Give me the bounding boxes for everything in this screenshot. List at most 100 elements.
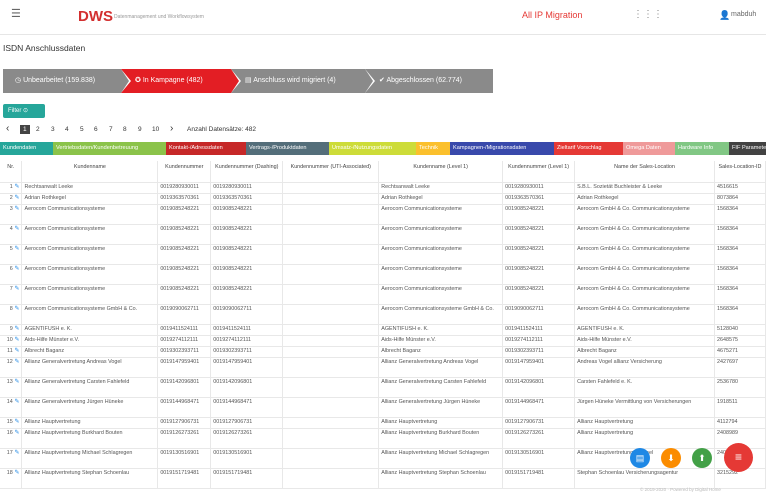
grid-list-icon[interactable]: ▤ <box>630 448 650 468</box>
table-cell: Albrecht Baganz <box>378 346 504 358</box>
row-number-cell: 13 ✎ <box>0 377 23 398</box>
table-cell: 0019302393711 <box>157 346 212 358</box>
page-7[interactable]: 7 <box>109 126 113 133</box>
tab-zieltarif[interactable]: Zieltarif Vorschlag <box>554 142 623 155</box>
table-cell <box>282 448 380 469</box>
table-cell: 0019085248221 <box>157 264 212 285</box>
edit-icon[interactable]: ✎ <box>13 348 19 354</box>
tab-kampagnen[interactable]: Kampagnen-/Migrationsdaten <box>450 142 554 155</box>
table-cell: 0019085248221 <box>157 204 212 225</box>
column-header[interactable]: Kundennummer (UTI-Associated) <box>282 161 380 183</box>
table-row[interactable]: 6 ✎ Aerocom Communicationsysteme 001908524… <box>0 264 766 285</box>
table-row[interactable]: 3 ✎ Aerocom Communicationsysteme 001908524… <box>0 204 766 225</box>
table-row[interactable]: 13 ✎ Allianz Generalvertretung Carsten Fa… <box>0 377 766 398</box>
table-row[interactable]: 15 ✎ Allianz Hauptvertretung 0019127906731… <box>0 417 766 429</box>
column-header[interactable]: Name der Sales-Location <box>574 161 715 183</box>
table-row[interactable]: 1 ✎ Rechtsanwalt Leeke 0019280930011 001928… <box>0 182 766 194</box>
table-row[interactable]: 11 ✎ Albrecht Baganz 0019302393711 00193023… <box>0 346 766 358</box>
column-header[interactable]: Nr. <box>0 161 23 183</box>
tab-technik[interactable]: Technik <box>416 142 450 155</box>
table-row[interactable]: 8 ✎ Aerocom Communicationsysteme GmbH & C… <box>0 304 766 325</box>
logo-subtitle: Datenmanagement und Workflowsystem <box>114 14 204 20</box>
edit-icon[interactable]: ✎ <box>13 337 19 343</box>
table-cell <box>282 284 380 305</box>
edit-icon[interactable]: ✎ <box>13 419 19 425</box>
table-cell: Allianz Generalvertretung Andreas Vogel <box>21 357 159 378</box>
next-page-icon[interactable]: › <box>170 123 173 134</box>
table-cell: 0019085248221 <box>502 264 576 285</box>
page-1[interactable]: 1 <box>20 125 30 134</box>
table-cell: 0019144968471 <box>502 397 576 418</box>
edit-icon[interactable]: ✎ <box>13 306 19 312</box>
tab-umsatz[interactable]: Umsatz-/Nutzungsdaten <box>329 142 416 155</box>
edit-icon[interactable]: ✎ <box>13 470 19 476</box>
filter-button[interactable]: Filter ⊙ <box>3 104 45 118</box>
page-5[interactable]: 5 <box>80 126 84 133</box>
table-row[interactable]: 18 ✎ Allianz Hauptvertretung Stephan Scho… <box>0 468 766 489</box>
edit-icon[interactable]: ✎ <box>13 399 19 405</box>
column-header[interactable]: Kundennummer (Dashing) <box>210 161 284 183</box>
column-header[interactable]: Kundennummer <box>157 161 212 183</box>
table-row[interactable]: 14 ✎ Allianz Generalvertretung Jürgen Hün… <box>0 397 766 418</box>
column-header[interactable]: Kundenname (Level 1) <box>378 161 504 183</box>
chevron-down-icon: ⊙ <box>23 108 29 114</box>
step-unbearbeitet[interactable]: ◷ Unbearbeitet (159.838) <box>3 69 131 93</box>
table-row[interactable]: 17 ✎ Allianz Hauptvertretung Michael Schl… <box>0 448 766 469</box>
row-number-cell: 12 ✎ <box>0 357 23 378</box>
edit-icon[interactable]: ✎ <box>13 195 19 201</box>
tab-vertriebsdaten[interactable]: Vertriebsdaten/Kundenbetreuung <box>53 142 166 155</box>
edit-icon[interactable]: ✎ <box>13 184 19 190</box>
logo[interactable]: DWS <box>78 8 113 25</box>
tab-fif[interactable]: FIF Parameter <box>729 142 766 155</box>
table-row[interactable]: 9 ✎ AGENTIFUSH e. K. 0019411524111 00194115… <box>0 324 766 336</box>
menu-icon[interactable]: ≡ <box>724 443 753 472</box>
table-cell: 0019274112111 <box>210 335 284 347</box>
edit-icon[interactable]: ✎ <box>13 266 19 272</box>
tab-omega[interactable]: Omega Daten <box>623 142 675 155</box>
edit-icon[interactable]: ✎ <box>13 286 19 292</box>
table-row[interactable]: 5 ✎ Aerocom Communicationsysteme 001908524… <box>0 244 766 265</box>
table-row[interactable]: 12 ✎ Allianz Generalvertretung Andreas Vo… <box>0 357 766 378</box>
table-row[interactable]: 2 ✎ Adrian Rothkegel 0019363570361 00193635… <box>0 193 766 205</box>
prev-page-icon[interactable]: ‹ <box>6 123 9 134</box>
table-row[interactable]: 4 ✎ Aerocom Communicationsysteme 001908524… <box>0 224 766 245</box>
table-cell: Allianz Hauptvertretung <box>378 417 504 429</box>
grid-icon[interactable]: ⋮⋮⋮ <box>633 9 663 20</box>
edit-icon[interactable]: ✎ <box>13 246 19 252</box>
edit-icon[interactable]: ✎ <box>13 359 19 365</box>
table-row[interactable]: 16 ✎ Allianz Hauptvertretung Burkhard Bou… <box>0 428 766 449</box>
edit-icon[interactable]: ✎ <box>13 206 19 212</box>
step-anschluss-migriert[interactable]: ▤ Anschluss wird migriert (4) <box>231 69 375 93</box>
page-8[interactable]: 8 <box>123 126 127 133</box>
download-icon[interactable]: ⬇ <box>661 448 681 468</box>
table-row[interactable]: 10 ✎ Aids-Hilfe Münster e.V. 0019274112111… <box>0 335 766 347</box>
table-row[interactable]: 7 ✎ Aerocom Communicationsysteme 001908524… <box>0 284 766 305</box>
edit-icon[interactable]: ✎ <box>13 226 19 232</box>
page-10[interactable]: 10 <box>152 126 159 133</box>
column-header[interactable]: Kundennummer (Level 1) <box>502 161 576 183</box>
edit-icon[interactable]: ✎ <box>13 430 19 436</box>
upload-icon[interactable]: ⬆ <box>692 448 712 468</box>
step-in-kampagne[interactable]: ✪ In Kampagne (482) <box>121 69 241 93</box>
step-abgeschlossen[interactable]: ✔ Abgeschlossen (62.774) <box>365 69 493 93</box>
page-4[interactable]: 4 <box>65 126 69 133</box>
page-9[interactable]: 9 <box>138 126 142 133</box>
table-cell: Aerocom Communicationsysteme GmbH & Co. <box>21 304 159 325</box>
tab-kundendaten[interactable]: Kundendaten <box>0 142 53 155</box>
edit-icon[interactable]: ✎ <box>13 379 19 385</box>
page-2[interactable]: 2 <box>36 126 40 133</box>
user-name[interactable]: mabduh <box>731 11 756 18</box>
tab-vertrags[interactable]: Vertrags-/Produktdaten <box>246 142 329 155</box>
hamburger-icon[interactable]: ☰ <box>11 9 21 20</box>
edit-icon[interactable]: ✎ <box>13 326 19 332</box>
step-label: Unbearbeitet (159.838) <box>23 77 96 84</box>
column-header[interactable]: Sales-Location-ID <box>714 161 766 183</box>
column-header[interactable]: Kundenname <box>21 161 159 183</box>
user-icon[interactable]: 👤 <box>719 10 730 21</box>
tab-hardware[interactable]: Hardware Info <box>675 142 729 155</box>
page-3[interactable]: 3 <box>51 126 55 133</box>
edit-icon[interactable]: ✎ <box>13 450 19 456</box>
table-cell <box>282 224 380 245</box>
page-6[interactable]: 6 <box>94 126 98 133</box>
tab-kontakt[interactable]: Kontakt-/Adressdaten <box>166 142 246 155</box>
